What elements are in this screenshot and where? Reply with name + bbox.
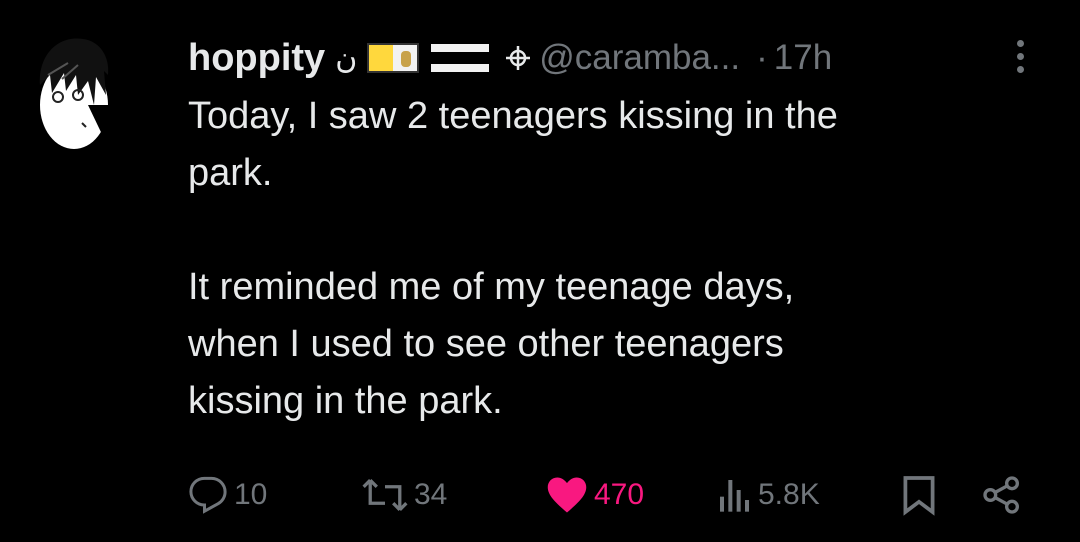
tweet-paragraph-1: Today, I saw 2 teenagers kissing in the … [188,95,838,194]
separator-dot: · [756,38,768,77]
tweet-text: Today, I saw 2 teenagers kissing in the … [188,88,1048,430]
action-bar: 10 34 470 5.8K [188,470,1028,520]
reply-icon [189,476,227,514]
display-name[interactable]: hoppity [188,37,325,80]
bookmark-button[interactable] [902,470,936,520]
like-count: 470 [594,478,645,511]
like-button[interactable]: 470 [546,470,644,520]
reply-count: 10 [234,478,268,511]
repost-button[interactable]: 34 [362,470,447,520]
repost-icon [362,479,408,511]
timestamp[interactable]: 17h [774,38,832,78]
tweet-paragraph-2: It reminded me of my teenage days, when … [188,266,795,422]
repost-count: 34 [414,478,448,511]
crosshair-icon [505,45,531,71]
tweet-header: hoppity ن @caramba... · 17h [188,30,832,86]
share-button[interactable] [982,470,1022,520]
vatican-flag-icon [367,43,420,73]
share-icon [983,476,1020,514]
bookmark-icon [903,476,935,516]
reply-button[interactable]: 10 [188,470,267,520]
avatar[interactable] [38,35,110,151]
name-glyph: ن [335,40,358,76]
views-icon [720,480,749,512]
heart-icon [547,477,587,513]
striped-flag-icon [431,44,490,72]
more-options-icon[interactable] [1010,40,1030,80]
views-button[interactable]: 5.8K [718,470,820,520]
view-count: 5.8K [758,478,820,511]
user-handle[interactable]: @caramba... [539,38,740,78]
